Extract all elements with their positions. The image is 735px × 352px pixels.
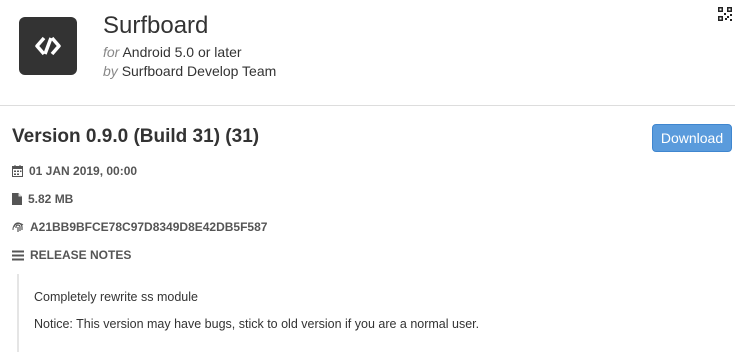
file-hash-row: A21BB9BFCE78C97D8349D8E42DB5F587 [12, 219, 267, 235]
fingerprint-icon [12, 222, 24, 232]
release-date-row: 01 JAN 2019, 00:00 [12, 163, 137, 179]
release-notes-body: Completely rewrite ss module Notice: Thi… [17, 274, 734, 352]
version-title: Version 0.9.0 (Build 31) (31) [12, 126, 260, 147]
release-notes-heading: RELEASE NOTES [30, 248, 132, 262]
app-name: Surfboard [103, 12, 209, 39]
release-note-line: Notice: This version may have bugs, stic… [34, 317, 480, 331]
author-prefix: by [103, 63, 118, 79]
platform-line: for Android 5.0 or later [103, 44, 242, 60]
list-icon [12, 250, 24, 260]
release-notes-heading-row: RELEASE NOTES [12, 247, 131, 263]
release-note-line: Completely rewrite ss module [34, 290, 198, 304]
download-button[interactable]: Download [652, 124, 732, 152]
author-line: by Surfboard Develop Team [103, 63, 276, 79]
file-icon [12, 193, 22, 205]
calendar-icon [12, 165, 23, 177]
file-size: 5.82 MB [28, 192, 74, 206]
surfboard-logo-icon [19, 17, 77, 75]
platform-text: Android 5.0 or later [122, 44, 242, 60]
release-date: 01 JAN 2019, 00:00 [29, 164, 138, 178]
qr-code-icon[interactable] [718, 7, 732, 21]
file-size-row: 5.82 MB [12, 191, 73, 207]
file-hash: A21BB9BFCE78C97D8349D8E42DB5F587 [30, 220, 268, 234]
app-header: Surfboard for Android 5.0 or later by Su… [0, 0, 735, 106]
platform-prefix: for [103, 44, 120, 60]
author-text: Surfboard Develop Team [121, 63, 277, 79]
